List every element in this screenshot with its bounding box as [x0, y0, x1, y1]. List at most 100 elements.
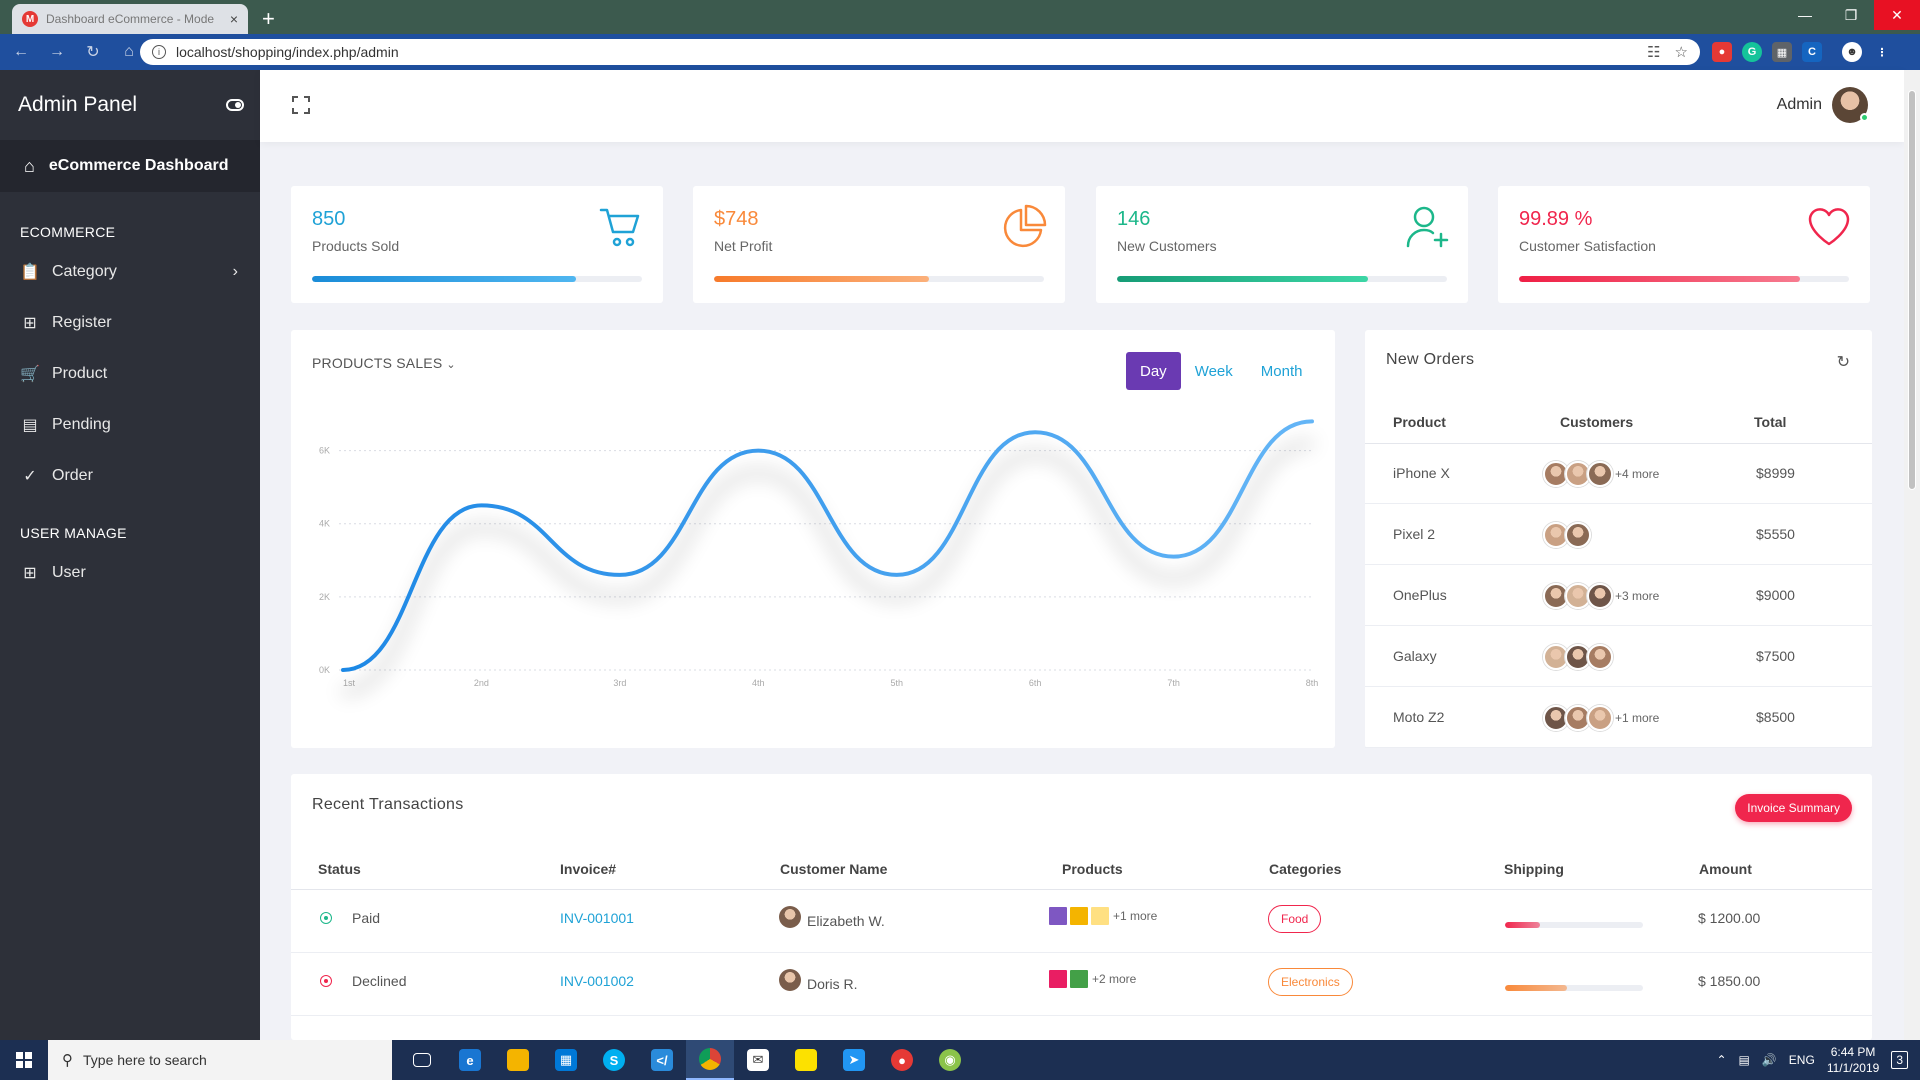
search-icon: ⚲: [62, 1052, 73, 1069]
sidebar-item-user[interactable]: ⊞ User: [0, 547, 260, 598]
customer-avatar: [1587, 705, 1613, 731]
c-extension-icon[interactable]: C: [1802, 42, 1822, 62]
grammarly-icon[interactable]: G: [1742, 42, 1762, 62]
window-close-icon[interactable]: ✕: [1874, 0, 1920, 30]
notification-icon[interactable]: 3: [1891, 1051, 1908, 1069]
order-row[interactable]: Moto Z2 +1 more $8500: [1365, 688, 1872, 748]
order-product: Galaxy: [1393, 648, 1437, 664]
transactions-table-header: Status Invoice# Customer Name Products C…: [291, 848, 1872, 890]
sidebar-item-register[interactable]: ⊞ Register: [0, 297, 260, 348]
scrollbar-thumb[interactable]: [1908, 90, 1916, 490]
order-row[interactable]: OnePlus +3 more $9000: [1365, 566, 1872, 626]
back-icon[interactable]: ←: [6, 43, 36, 61]
order-row[interactable]: Galaxy $7500: [1365, 627, 1872, 687]
clock-date: 11/1/2019: [1826, 1061, 1880, 1075]
network-icon[interactable]: ▤: [1739, 1053, 1750, 1067]
url-input[interactable]: i localhost/shopping/index.php/admin ☷ ☆: [140, 39, 1700, 65]
transaction-row[interactable]: Paid INV-001001 Elizabeth W. +1 more Foo…: [291, 890, 1872, 953]
mail-icon[interactable]: ✉: [734, 1040, 782, 1080]
topbar: Admin: [260, 70, 1904, 142]
stat-card-new-customers: 146 New Customers: [1096, 186, 1468, 303]
order-product: Moto Z2: [1393, 709, 1445, 725]
forward-icon[interactable]: →: [42, 43, 72, 61]
avatar[interactable]: [1832, 87, 1869, 123]
new-tab-button[interactable]: +: [262, 6, 275, 32]
skype-icon[interactable]: S: [590, 1040, 638, 1080]
bookmark-star-icon[interactable]: ☆: [1675, 43, 1688, 61]
site-favicon-icon: M: [22, 11, 38, 27]
browser-tab[interactable]: M Dashboard eCommerce - Mode ×: [12, 4, 248, 34]
clock[interactable]: 6:44 PM 11/1/2019: [1827, 1044, 1880, 1076]
sidebar-item-order[interactable]: ✓ Order: [0, 450, 260, 501]
stat-card-products-sold: 850 Products Sold: [291, 186, 663, 303]
sidebar-item-category[interactable]: 📋 Category ›: [0, 246, 260, 297]
stat-progress-bar: [1519, 276, 1849, 282]
stat-card-net-profit: $748 Net Profit: [693, 186, 1065, 303]
taskbar-search-input[interactable]: ⚲ Type here to search: [48, 1040, 392, 1080]
sidebar-toggle-icon[interactable]: [226, 99, 244, 111]
task-view-icon[interactable]: [398, 1040, 446, 1080]
more-customers: +4 more: [1615, 467, 1660, 481]
extension-icon[interactable]: ▦: [1772, 42, 1792, 62]
order-row[interactable]: iPhone X +4 more $8999: [1365, 444, 1872, 504]
customer-avatars: +1 more: [1543, 705, 1659, 731]
sales-series-line: [341, 419, 1314, 672]
stat-label: Customer Satisfaction: [1519, 238, 1656, 254]
sales-line-chart: 0K 2K 4K 6K 1st 2nd 3rd 4th 5th 6th 7th 8th: [319, 419, 1318, 688]
transactions-title: Recent Transactions: [312, 796, 464, 813]
windows-start-icon[interactable]: [0, 1040, 48, 1080]
clock-time: 6:44 PM: [1830, 1045, 1876, 1059]
sidebar-item-pending[interactable]: ▤ Pending: [0, 399, 260, 450]
sidebar-section-user-manage: USER MANAGE: [20, 525, 127, 541]
chrome-icon[interactable]: [686, 1040, 734, 1080]
home-icon: ⌂: [24, 155, 35, 176]
language-indicator[interactable]: ENG: [1789, 1053, 1815, 1067]
menu-dots-icon[interactable]: ⋮: [1872, 42, 1892, 62]
transaction-row[interactable]: Declined INV-001002 Doris R. +2 more Ele…: [291, 953, 1872, 1016]
invoice-link[interactable]: INV-001001: [560, 910, 634, 926]
file-explorer-icon[interactable]: [494, 1040, 542, 1080]
order-row[interactable]: Pixel 2 $5550: [1365, 505, 1872, 565]
x-tick-label: 4th: [752, 678, 765, 688]
product-thumbnail: [1069, 969, 1089, 989]
vscode-icon[interactable]: </: [638, 1040, 686, 1080]
tab-close-icon[interactable]: ×: [230, 11, 238, 27]
x-tick-label: 3rd: [613, 678, 626, 688]
customer-avatar: [779, 969, 801, 991]
info-icon[interactable]: i: [152, 45, 166, 59]
edge-icon[interactable]: e: [446, 1040, 494, 1080]
store-icon[interactable]: ▦: [542, 1040, 590, 1080]
restore-icon[interactable]: ❐: [1828, 0, 1874, 30]
minimize-icon[interactable]: —: [1782, 0, 1828, 30]
chevron-up-icon[interactable]: ⌃: [1716, 1053, 1726, 1067]
volume-icon[interactable]: 🔊: [1762, 1053, 1777, 1067]
category-tag: Food: [1268, 905, 1322, 933]
fullscreen-expand-icon[interactable]: [292, 96, 310, 114]
customer-avatar: [1587, 461, 1613, 487]
shield-extension-icon[interactable]: ●: [1712, 42, 1732, 62]
profile-icon[interactable]: ☻: [1842, 42, 1862, 62]
column-header: Categories: [1269, 861, 1342, 877]
refresh-icon[interactable]: ↻: [1837, 352, 1850, 372]
product-thumbnails: +1 more: [1048, 906, 1157, 926]
x-tick-label: 5th: [890, 678, 903, 688]
sticky-notes-icon[interactable]: [782, 1040, 830, 1080]
stat-value: 850: [312, 208, 346, 230]
app-icon[interactable]: ●: [878, 1040, 926, 1080]
sidebar-item-product[interactable]: 🛒 Product: [0, 348, 260, 399]
paint-icon[interactable]: ◉: [926, 1040, 974, 1080]
column-header: Customers: [1560, 414, 1634, 430]
translate-icon[interactable]: ☷: [1647, 43, 1660, 61]
invoice-link[interactable]: INV-001002: [560, 973, 634, 989]
stat-label: Products Sold: [312, 238, 400, 254]
admin-username[interactable]: Admin: [1777, 96, 1822, 114]
order-total: $9000: [1756, 587, 1795, 603]
page-scrollbar[interactable]: [1904, 70, 1920, 1040]
invoice-summary-button[interactable]: Invoice Summary: [1735, 794, 1852, 822]
reload-icon[interactable]: ↻: [78, 42, 108, 62]
order-total: $7500: [1756, 648, 1795, 664]
app-icon[interactable]: ➤: [830, 1040, 878, 1080]
sidebar-item-ecommerce-dashboard[interactable]: ⌂ eCommerce Dashboard: [0, 140, 260, 192]
x-tick-label: 7th: [1167, 678, 1180, 688]
more-products: +1 more: [1113, 909, 1158, 923]
